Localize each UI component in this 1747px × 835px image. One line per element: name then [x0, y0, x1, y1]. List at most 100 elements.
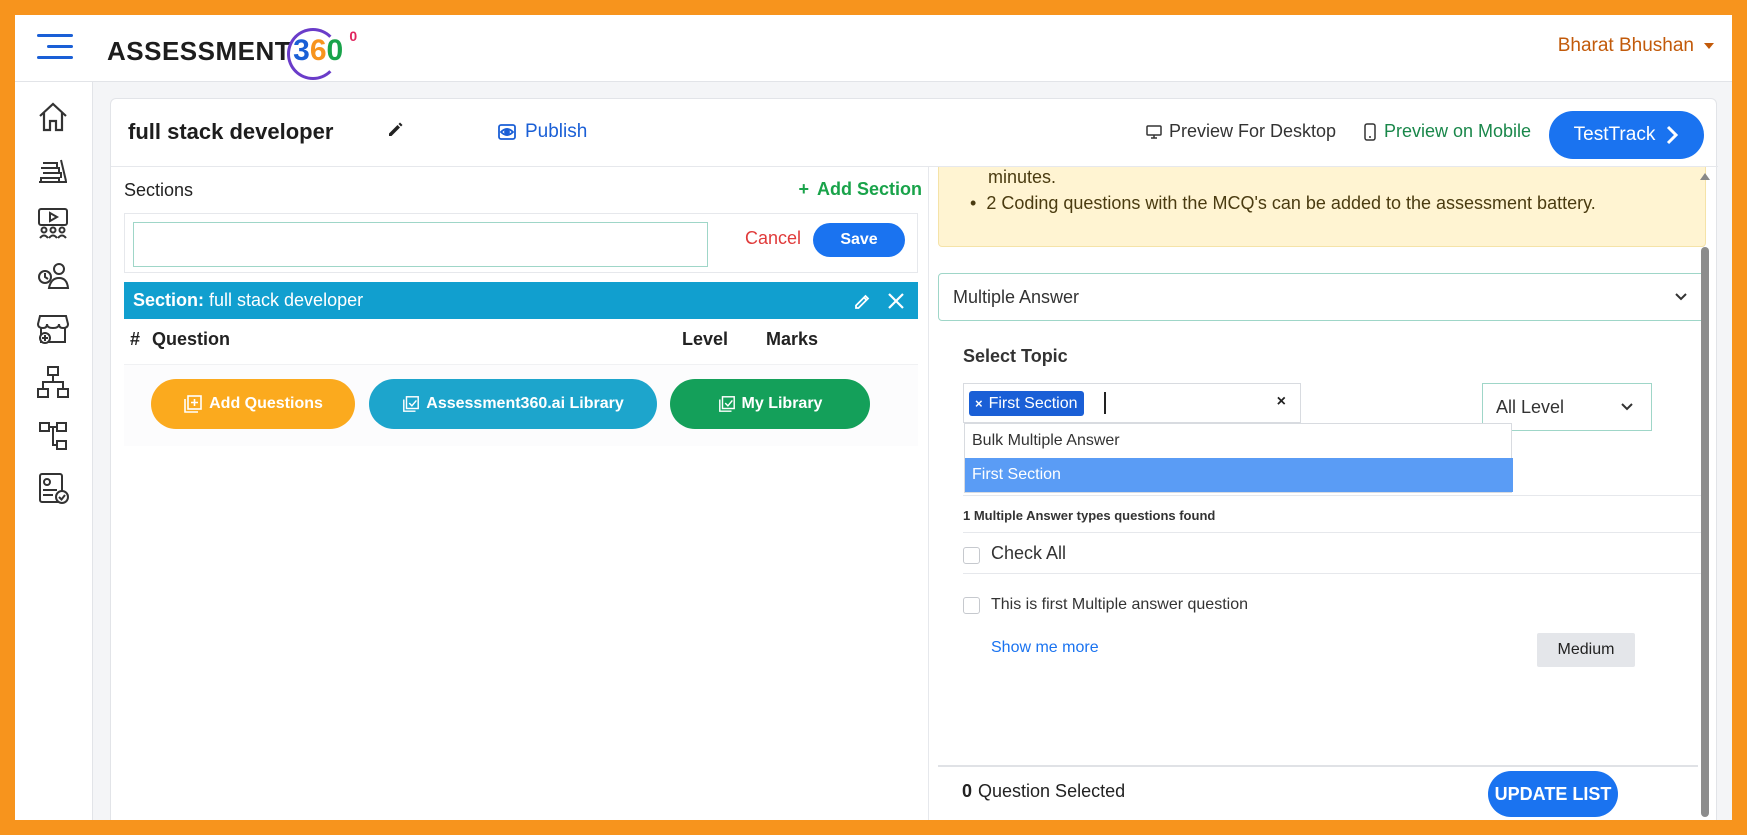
edit-section-icon[interactable] — [853, 291, 873, 311]
dropdown-option[interactable]: Bulk Multiple Answer — [965, 424, 1513, 458]
question-actions: Add Questions Assessment360.ai Library M… — [124, 364, 918, 446]
books-icon[interactable] — [35, 152, 71, 188]
show-more-link[interactable]: Show me more — [991, 639, 1099, 657]
edit-title-icon[interactable] — [386, 119, 406, 139]
results-count: 1 Multiple Answer types questions found — [963, 508, 1216, 523]
divider — [963, 495, 1706, 496]
user-settings-icon[interactable] — [35, 258, 71, 294]
preview-mobile-label: Preview on Mobile — [1384, 121, 1532, 141]
divider — [963, 573, 1706, 574]
topic-dropdown: Bulk Multiple Answer First Section — [964, 423, 1513, 493]
tree-structure-icon[interactable] — [35, 417, 71, 453]
question-picker-pane: minutes. 2 Coding questions with the MCQ… — [929, 167, 1718, 820]
check-all-checkbox[interactable] — [963, 547, 980, 564]
testtrack-button[interactable]: TestTrack — [1549, 111, 1704, 159]
remove-chip-icon[interactable]: × — [975, 396, 983, 411]
publish-button[interactable]: Publish — [497, 121, 587, 143]
preview-mobile-button[interactable]: Preview on Mobile — [1363, 121, 1531, 142]
col-question: Question — [152, 329, 231, 349]
section-header-bar: Section: full stack developer — [124, 282, 918, 319]
save-button[interactable]: Save — [813, 223, 905, 257]
clear-topic-icon[interactable]: × — [1277, 393, 1286, 411]
logo[interactable]: ASSESSMENT 3 6 0 0 — [107, 28, 357, 80]
sidebar — [15, 82, 93, 820]
topic-chip: × First Section — [969, 391, 1084, 416]
scroll-thumb[interactable] — [1701, 247, 1709, 817]
report-check-icon[interactable] — [35, 470, 71, 506]
testtrack-label: TestTrack — [1573, 124, 1656, 145]
chevron-down-icon — [1675, 293, 1687, 301]
info-notice: minutes. 2 Coding questions with the MCQ… — [938, 167, 1706, 247]
logo-text: ASSESSMENT — [107, 35, 292, 66]
hierarchy-icon[interactable] — [35, 364, 71, 400]
section-name-input[interactable] — [133, 222, 708, 267]
add-section-label: Add Section — [816, 179, 922, 199]
question-text: This is first Multiple answer question — [991, 596, 1248, 613]
col-marks: Marks — [766, 329, 819, 349]
preview-desktop-label: Preview For Desktop — [1169, 121, 1337, 141]
user-name: Bharat Bhushan — [1557, 35, 1694, 56]
caret-down-icon — [1704, 43, 1714, 49]
publish-label: Publish — [525, 121, 588, 142]
my-library-icon — [718, 396, 735, 412]
select-topic-label: Select Topic — [963, 346, 1068, 366]
question-type-select[interactable]: Multiple Answer — [938, 273, 1706, 321]
my-library-button[interactable]: My Library — [670, 379, 870, 429]
page-title: full stack developer — [128, 119, 334, 144]
notice-line-2: 2 Coding questions with the MCQ's can be… — [970, 193, 1595, 214]
sections-pane: Sections + Add Section Cancel Save Secti… — [111, 167, 929, 820]
mobile-icon — [1364, 122, 1376, 141]
eye-icon — [498, 124, 516, 140]
add-box-icon — [184, 395, 202, 413]
divider — [963, 532, 1706, 533]
selection-footer: 0 Question Selected UPDATE LIST — [938, 765, 1698, 820]
app-frame: ASSESSMENT 3 6 0 0 Bharat Bhushan full s… — [15, 15, 1732, 820]
assessment-library-label: Assessment360.ai Library — [426, 395, 624, 412]
add-questions-button[interactable]: Add Questions — [151, 379, 355, 429]
section-edit-form: Cancel Save — [124, 213, 918, 273]
logo-number: 3 6 0 0 — [287, 28, 357, 80]
scrollbar[interactable] — [1699, 167, 1711, 820]
assessment-card: full stack developer Publish Preview For… — [110, 98, 1718, 820]
topic-multiselect[interactable]: × First Section × — [963, 383, 1301, 423]
sections-heading: Sections — [124, 180, 194, 200]
store-add-icon[interactable] — [35, 311, 71, 347]
my-library-label: My Library — [741, 395, 823, 412]
add-questions-label: Add Questions — [209, 395, 323, 412]
text-cursor — [1104, 392, 1106, 414]
cancel-button[interactable]: Cancel — [745, 228, 801, 249]
assessment-library-button[interactable]: Assessment360.ai Library — [369, 379, 657, 429]
library-icon — [403, 396, 420, 412]
logo-degree: 0 — [349, 28, 358, 44]
home-icon[interactable] — [35, 99, 71, 135]
menu-icon[interactable] — [37, 34, 73, 62]
level-value: All Level — [1496, 396, 1565, 417]
top-bar: ASSESSMENT 3 6 0 0 Bharat Bhushan — [15, 15, 1732, 82]
add-section-button[interactable]: + Add Section — [798, 179, 922, 200]
preview-desktop-button[interactable]: Preview For Desktop — [1146, 121, 1336, 142]
plus-icon: + — [798, 179, 809, 199]
question-type-value: Multiple Answer — [953, 286, 1080, 307]
user-menu[interactable]: Bharat Bhushan — [1558, 35, 1714, 57]
check-all-label: Check All — [991, 543, 1067, 563]
question-checkbox[interactable] — [963, 597, 980, 614]
section-bar-name: full stack developer — [209, 290, 364, 310]
col-level: Level — [682, 329, 729, 349]
selected-count: 0 Question Selected — [962, 781, 1125, 802]
close-section-icon[interactable] — [886, 291, 906, 311]
col-number: # — [130, 329, 141, 349]
dropdown-option-selected[interactable]: First Section — [965, 458, 1513, 492]
video-library-icon[interactable] — [35, 205, 71, 241]
notice-line-1: minutes. — [988, 167, 1057, 187]
selected-count-number: 0 — [962, 781, 973, 801]
question-table-header: # Question Level Marks — [124, 325, 918, 355]
section-bar-prefix: Section: — [133, 290, 205, 310]
chevron-right-icon — [1667, 125, 1679, 145]
desktop-icon — [1146, 124, 1162, 139]
difficulty-badge: Medium — [1537, 633, 1635, 667]
chevron-down-icon — [1621, 403, 1633, 411]
logo-ring-icon — [287, 28, 340, 80]
selected-count-label: Question Selected — [978, 781, 1126, 801]
scroll-up-icon[interactable] — [1700, 173, 1710, 180]
update-list-button[interactable]: UPDATE LIST — [1488, 771, 1618, 817]
